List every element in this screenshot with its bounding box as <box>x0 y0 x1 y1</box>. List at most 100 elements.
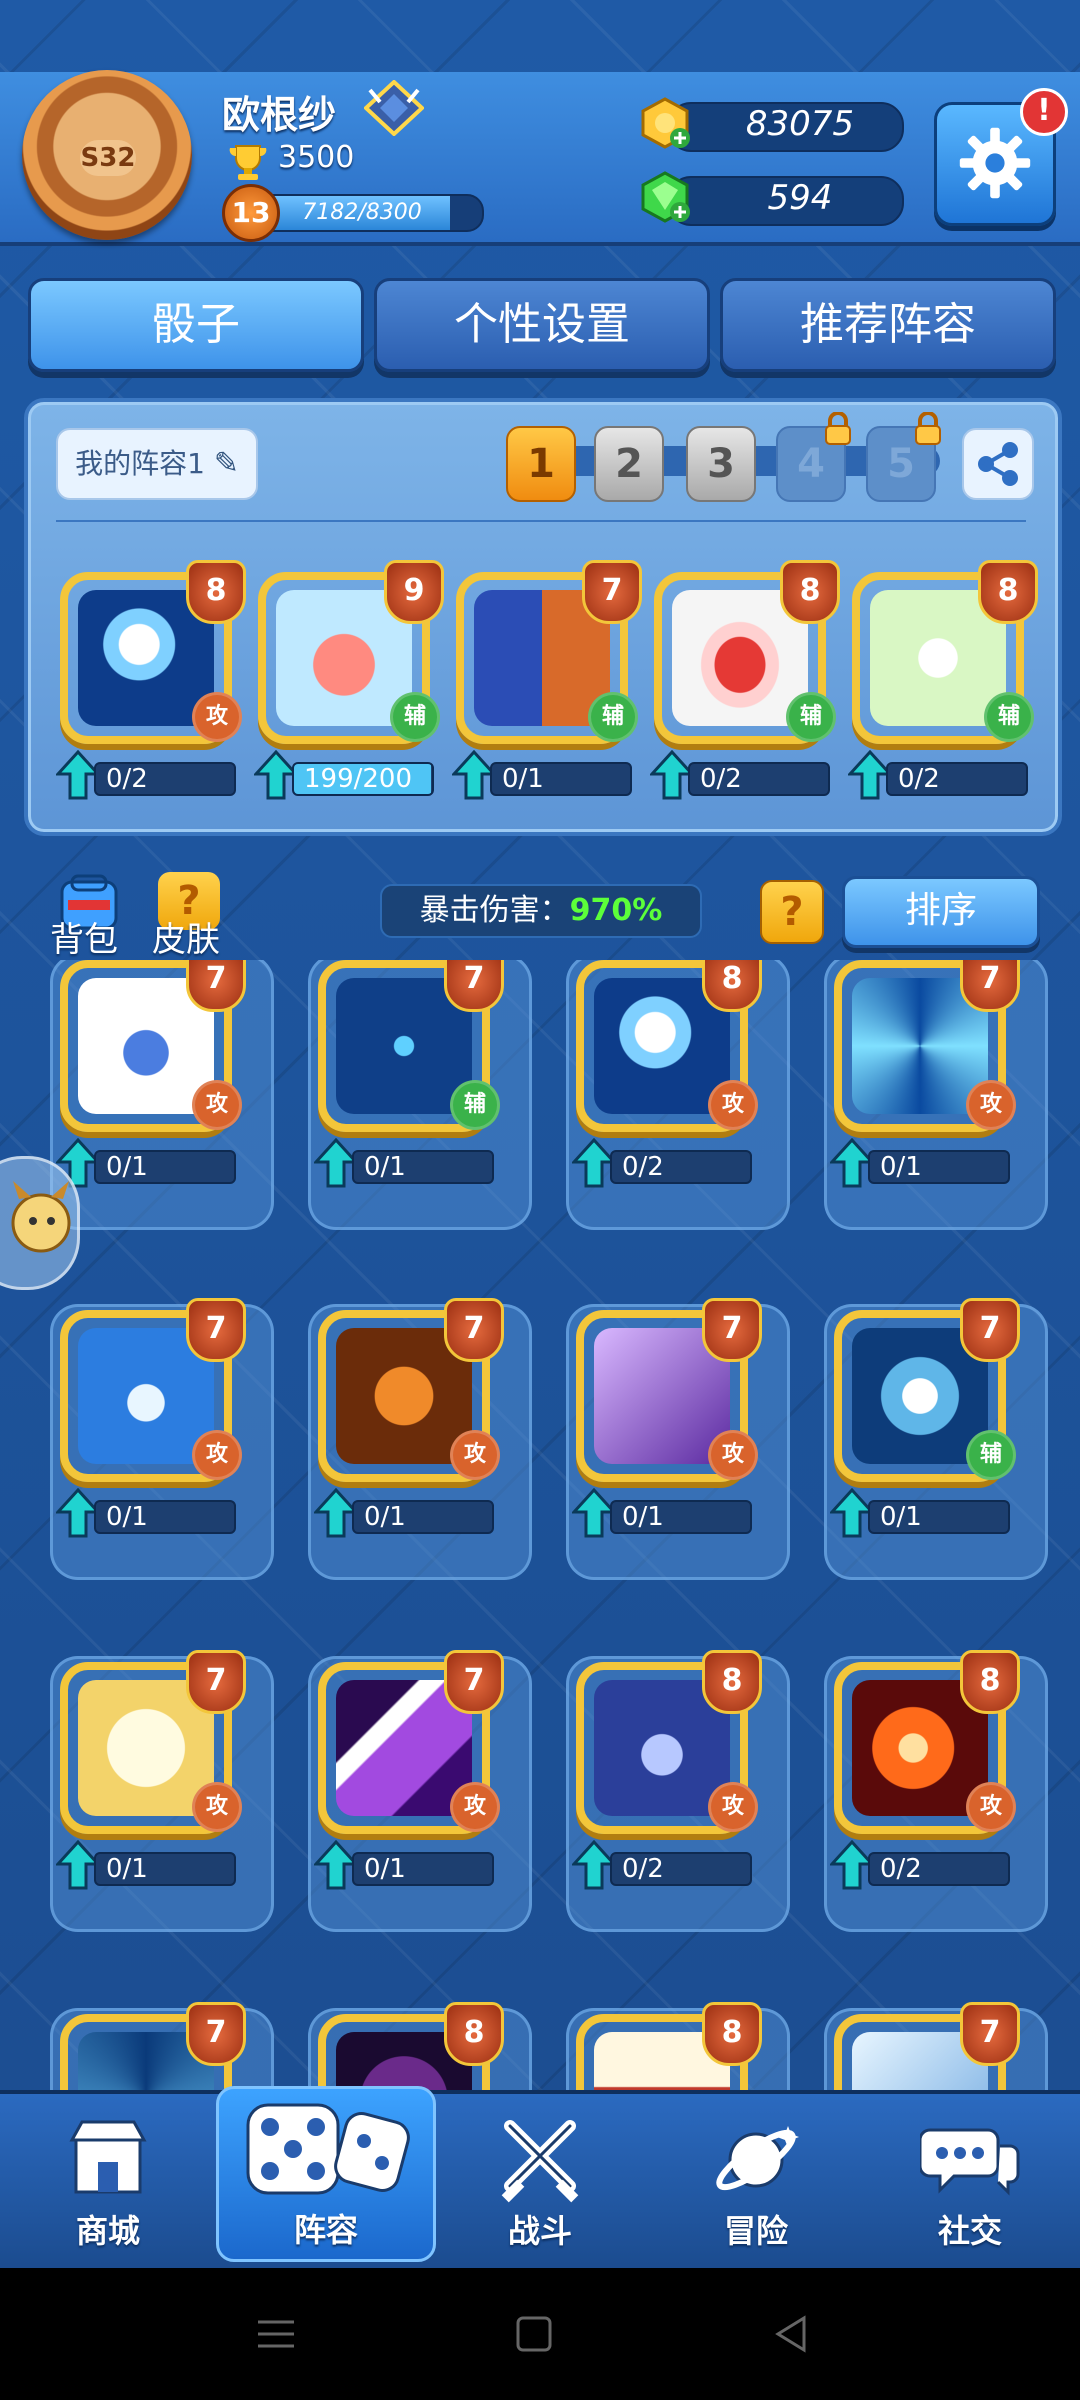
nav-social[interactable]: 社交 <box>870 2100 1070 2260</box>
dice-card[interactable]: 7 攻 0/1 <box>50 960 274 1230</box>
dice-level-badge: 7 <box>186 960 246 1012</box>
username: 欧根纱 <box>222 93 337 137</box>
sort-button[interactable]: 排序 <box>842 876 1040 948</box>
dice-level-badge: 8 <box>780 560 840 624</box>
dice-card[interactable]: 8 攻 0/2 <box>56 560 246 802</box>
deck-slot-2[interactable]: 2 <box>594 426 664 502</box>
upgrade-progress-text: 0/1 <box>364 1502 406 1532</box>
dice-card[interactable]: 8 攻 0/2 <box>566 1650 790 1932</box>
trophy-icon <box>229 145 267 180</box>
dice-card[interactable]: 7 <box>50 2002 274 2090</box>
upgrade-progress-bar: 0/1 <box>610 1500 752 1534</box>
pet-face-icon <box>11 1181 71 1253</box>
attack-type-badge: 攻 <box>708 1782 758 1832</box>
upgrade-progress-bar: 0/1 <box>94 1500 236 1534</box>
dice-card[interactable]: 7 攻 0/1 <box>50 1298 274 1580</box>
dice-card[interactable]: 8 辅 0/2 <box>650 560 840 802</box>
nav-lineup[interactable]: 阵容 <box>216 2086 436 2262</box>
floating-pet-button[interactable] <box>0 1156 80 1290</box>
dice-card[interactable]: 8 攻 0/2 <box>566 960 790 1230</box>
tab-dice[interactable]: 骰子 <box>28 278 364 372</box>
upgrade-progress-bar: 0/1 <box>94 1852 236 1886</box>
upgrade-progress-text: 0/2 <box>106 764 148 794</box>
menu-icon[interactable] <box>248 2306 304 2362</box>
dice-level-badge: 8 <box>444 2002 504 2066</box>
dice-card[interactable]: 7 <box>824 2002 1048 2090</box>
upgrade-progress-bar: 0/2 <box>610 1852 752 1886</box>
deck-slot-1[interactable]: 1 <box>506 426 576 502</box>
dice-level-badge: 7 <box>186 2002 246 2066</box>
deck-name-button[interactable]: 我的阵容1 ✎ <box>56 428 258 500</box>
dice-card[interactable]: 8 辅 0/2 <box>848 560 1038 802</box>
support-type-badge: 辅 <box>786 692 836 742</box>
attack-type-badge: 攻 <box>708 1430 758 1480</box>
support-type-badge: 辅 <box>450 1080 500 1130</box>
upgrade-progress-bar: 199/200 <box>292 762 434 796</box>
help-button[interactable]: ? <box>760 880 824 944</box>
dice-level-badge: 9 <box>384 560 444 624</box>
dice-level-badge: 7 <box>960 2002 1020 2066</box>
dice-icon <box>246 2103 410 2195</box>
dice-card[interactable]: 8 攻 0/2 <box>824 1650 1048 1932</box>
upgrade-progress-text: 0/1 <box>880 1152 922 1182</box>
dice-level-badge: 7 <box>186 1650 246 1714</box>
support-type-badge: 辅 <box>588 692 638 742</box>
back-triangle-icon[interactable] <box>764 2306 820 2362</box>
dice-card[interactable]: 7 攻 0/1 <box>308 1298 532 1580</box>
gold-coin-plus-icon[interactable] <box>638 96 692 150</box>
share-icon <box>978 442 1018 486</box>
crit-damage-value: 970% <box>569 893 663 928</box>
upgrade-progress-bar: 0/1 <box>352 1500 494 1534</box>
upgrade-progress-bar: 0/2 <box>886 762 1028 796</box>
upgrade-progress-text: 0/1 <box>622 1502 664 1532</box>
share-deck-button[interactable] <box>962 428 1034 500</box>
nav-shop-label: 商城 <box>75 2212 140 2250</box>
dice-level-badge: 7 <box>960 1298 1020 1362</box>
dice-card[interactable]: 8 <box>566 2002 790 2090</box>
nav-adventure-label: 冒险 <box>723 2212 788 2250</box>
dice-card[interactable]: 7 攻 0/1 <box>308 1650 532 1932</box>
dice-level-badge: 8 <box>978 560 1038 624</box>
dice-level-badge: 7 <box>960 960 1020 1012</box>
dice-card[interactable]: 9 辅 199/200 <box>254 560 444 802</box>
deck-name: 我的阵容1 <box>75 447 205 480</box>
gear-icon <box>959 127 1031 199</box>
attack-type-badge: 攻 <box>450 1782 500 1832</box>
attack-type-badge: 攻 <box>966 1782 1016 1832</box>
upgrade-progress-bar: 0/2 <box>688 762 830 796</box>
tab-recommended-lineup[interactable]: 推荐阵容 <box>720 278 1056 372</box>
nav-adventure[interactable]: 冒险 <box>656 2100 856 2260</box>
dice-card[interactable]: 7 攻 0/1 <box>566 1298 790 1580</box>
gem-plus-icon[interactable] <box>638 170 692 224</box>
skin-label[interactable]: 皮肤 <box>152 912 220 961</box>
upgrade-progress-bar: 0/1 <box>352 1150 494 1184</box>
deck-slot-3[interactable]: 3 <box>686 426 756 502</box>
dice-level-badge: 7 <box>702 1298 762 1362</box>
nav-shop[interactable]: 商城 <box>8 2100 208 2260</box>
upgrade-progress-bar: 0/2 <box>610 1150 752 1184</box>
upgrade-progress-text: 0/1 <box>364 1854 406 1884</box>
crit-damage-label: 暴击伤害： <box>419 893 570 928</box>
upgrade-progress-text: 0/2 <box>622 1854 664 1884</box>
nav-battle[interactable]: 战斗 <box>440 2100 640 2260</box>
tab-personalization[interactable]: 个性设置 <box>374 278 710 372</box>
upgrade-progress-text: 0/2 <box>700 764 742 794</box>
dice-card[interactable]: 7 攻 0/1 <box>50 1650 274 1932</box>
dice-level-badge: 8 <box>702 960 762 1012</box>
dice-collection-grid: 7 攻 0/1 7 辅 0/1 8 攻 0/2 7 攻 0/1 7 攻 0/1 7 攻 0/1 7 攻 0/1 7 辅 0/1… <box>0 960 1080 2090</box>
home-square-icon[interactable] <box>506 2306 562 2362</box>
attack-type-badge: 攻 <box>192 1080 242 1130</box>
backpack-label[interactable]: 背包 <box>50 912 118 961</box>
dice-level-badge: 7 <box>186 1298 246 1362</box>
dice-card[interactable]: 7 辅 0/1 <box>824 1298 1048 1580</box>
dice-card[interactable]: 8 <box>308 2002 532 2090</box>
dice-card[interactable]: 7 攻 0/1 <box>824 960 1048 1230</box>
rank-badge-icon[interactable] <box>364 80 424 136</box>
dice-level-badge: 7 <box>444 960 504 1012</box>
dice-card[interactable]: 7 辅 0/1 <box>308 960 532 1230</box>
upgrade-progress-text: 199/200 <box>304 764 413 794</box>
dice-level-badge: 8 <box>186 560 246 624</box>
gold-amount: 83075 <box>745 104 855 144</box>
attack-type-badge: 攻 <box>192 692 242 742</box>
dice-card[interactable]: 7 辅 0/1 <box>452 560 642 802</box>
